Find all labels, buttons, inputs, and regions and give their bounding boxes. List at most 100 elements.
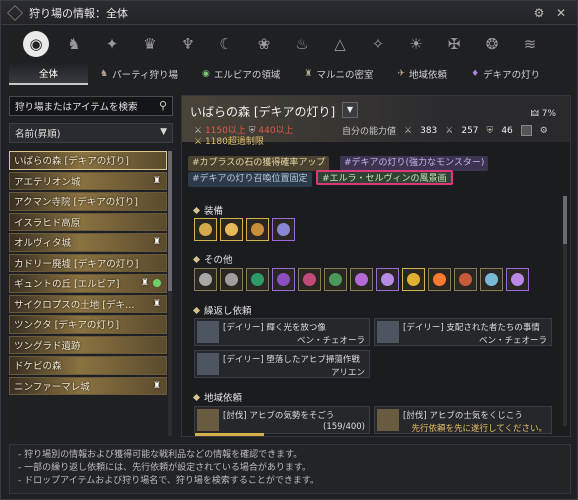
section-region: 地域依頼: [192, 390, 242, 404]
orb-icon[interactable]: ❂: [479, 31, 505, 57]
search-icon[interactable]: ⚲: [159, 99, 167, 112]
diamond-icon: [192, 206, 201, 214]
quest-title: [デイリー] 輝く光を放つ像: [223, 323, 326, 333]
list-item[interactable]: ニンファーマレ城 ♜: [9, 376, 167, 395]
title-bar: 狩り場の情報：全体 ⚙ ✕: [1, 1, 577, 25]
minimize-icon[interactable]: ⚙: [531, 5, 547, 21]
list-item[interactable]: アクマン寺院 [デキアの灯り]: [9, 192, 167, 211]
item-slot[interactable]: [480, 268, 503, 291]
item-slot[interactable]: [454, 268, 477, 291]
item-slot[interactable]: [194, 218, 217, 241]
tag[interactable]: #エルラ・セルヴィンの風景画: [316, 170, 453, 185]
item-slot[interactable]: [272, 268, 295, 291]
sun-icon[interactable]: ☀: [403, 31, 429, 57]
marni-icon: ♜: [152, 175, 161, 186]
list-item[interactable]: ドケビの森: [9, 356, 167, 375]
detail-scrollbar[interactable]: [563, 196, 567, 426]
tag[interactable]: #デキアの灯り召喚位置固定: [188, 172, 312, 187]
item-slot[interactable]: [402, 268, 425, 291]
list-item[interactable]: アエテリオン城 ♜: [9, 171, 167, 190]
item-slot[interactable]: [506, 268, 529, 291]
scroll-thumb[interactable]: [168, 151, 172, 291]
tab-region[interactable]: ✈ 地域依頼: [386, 63, 460, 85]
diamond-icon: [192, 393, 201, 401]
marni-icon: ♜: [152, 237, 161, 247]
tab-all[interactable]: 全体: [9, 63, 89, 85]
scroll-thumb[interactable]: [563, 196, 567, 244]
tab-marni[interactable]: ♜ マルニの密室: [292, 63, 385, 85]
list-item[interactable]: オルヴィタ城 ♜: [9, 233, 167, 252]
wave-icon[interactable]: ≋: [517, 31, 543, 57]
tab-elvia[interactable]: ◉ エルビアの領域: [190, 63, 292, 85]
item-slot[interactable]: [220, 218, 243, 241]
search-input[interactable]: 狩り場またはアイテムを検索 ⚲: [9, 96, 173, 116]
section-repeat: 繰返し依頼: [192, 303, 252, 317]
checkbox[interactable]: [520, 125, 532, 136]
repeat-quest[interactable]: [デイリー] 堕落したアヒブ掃蕩作戦 アリエン: [194, 350, 370, 378]
list-item[interactable]: サイクロプスの土地 [デキ… ♜: [9, 294, 167, 313]
lotus-icon[interactable]: ❀: [251, 31, 277, 57]
item-slot[interactable]: [246, 268, 269, 291]
item-slot[interactable]: [324, 268, 347, 291]
all-icon[interactable]: ◉: [23, 31, 49, 57]
dp-limit: ⚔ 1180超過制限: [194, 134, 264, 147]
close-icon[interactable]: ✕: [553, 5, 569, 21]
marni-icon: ♜: [140, 278, 149, 288]
gear-icon[interactable]: ⚙: [540, 126, 548, 136]
marni-icon: ♜: [152, 298, 161, 309]
category-icon-row: ◉ ♞ ✦ ♛ ♆ ☾ ❀ ♨ △ ✧ ☀ ✠ ❂ ≋: [23, 31, 563, 57]
my-awk: 257: [461, 125, 479, 136]
marni-icon: ♜: [304, 69, 313, 79]
list-item[interactable]: イスラヒド高原: [9, 212, 167, 231]
list-scrollbar[interactable]: [168, 151, 172, 436]
sort-dropdown[interactable]: 名前(昇順) ▼: [9, 123, 173, 143]
item-slot[interactable]: [376, 268, 399, 291]
quest-progress-bar: [195, 433, 265, 436]
region-quest[interactable]: [討伐] アヒブの士気をくじこう 先行依頼を先に遂行してください。: [374, 406, 552, 434]
cross-icon[interactable]: ✠: [441, 31, 467, 57]
item-slot[interactable]: [298, 268, 321, 291]
repeat-quest[interactable]: [デイリー] 支配された者たちの事情 ベン・チェオーラ: [374, 318, 552, 346]
flame-icon[interactable]: ♨: [289, 31, 315, 57]
ground-dropdown-button[interactable]: ▼: [342, 102, 358, 118]
equip-items: [194, 218, 295, 241]
quest-image: [197, 409, 219, 431]
star-icon[interactable]: ✧: [365, 31, 391, 57]
quest-image: [377, 321, 399, 343]
awakening-icon: ⚔: [445, 125, 454, 136]
triangle-icon[interactable]: △: [327, 31, 353, 57]
list-item[interactable]: ツンクタ [デキアの灯り]: [9, 315, 167, 334]
horse-icon[interactable]: ♞: [61, 31, 87, 57]
quest-title: [討伐] アヒブの気勢をそごう: [223, 411, 335, 421]
list-item-label: ニンファーマレ城: [14, 381, 90, 393]
ogre-icon[interactable]: ♛: [137, 31, 163, 57]
item-slot[interactable]: [350, 268, 373, 291]
list-item[interactable]: ギュントの丘 [エルビア] ♜: [9, 274, 167, 293]
other-items: [194, 268, 529, 291]
tab-party[interactable]: ♞ パーティ狩り場: [88, 63, 190, 85]
tag[interactable]: #カプラスの石の獲得確率アップ: [188, 156, 330, 171]
moon-icon[interactable]: ☾: [213, 31, 239, 57]
chevron-down-icon: ▼: [160, 127, 167, 137]
list-item[interactable]: カドリー廃墟 [デキアの灯り]: [9, 253, 167, 272]
beast-icon[interactable]: ✦: [99, 31, 125, 57]
item-slot[interactable]: [272, 218, 295, 241]
tag[interactable]: #デキアの灯り(強力なモンスター): [340, 156, 489, 171]
quest-npc: ベン・チェオーラ: [478, 336, 547, 346]
item-slot[interactable]: [220, 268, 243, 291]
sort-value: 名前(昇順): [15, 129, 61, 140]
tab-dekia[interactable]: ♦ デキアの灯り: [459, 63, 552, 85]
item-slot[interactable]: [194, 268, 217, 291]
region-quest[interactable]: [討伐] アヒブの気勢をそごう (159/400): [194, 406, 370, 436]
list-item[interactable]: いばらの森 [デキアの灯り]: [9, 151, 167, 170]
item-slot[interactable]: [428, 268, 451, 291]
list-item[interactable]: ツングラド遺跡: [9, 335, 167, 354]
tab-label: パーティ狩り場: [112, 70, 179, 81]
demon-icon[interactable]: ♆: [175, 31, 201, 57]
defense-icon: ⛨: [486, 125, 494, 136]
list-item-label: アエテリオン城: [14, 176, 81, 188]
drop-rate: 🜲 7%: [530, 109, 556, 119]
item-slot[interactable]: [246, 218, 269, 241]
list-item-label: ドケビの森: [14, 361, 62, 373]
repeat-quest[interactable]: [デイリー] 輝く光を放つ像 ベン・チェオーラ: [194, 318, 370, 346]
